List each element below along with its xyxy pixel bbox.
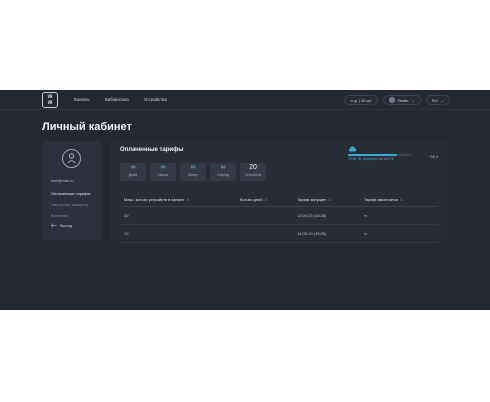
user-menu-button[interactable]: Tester ⌄: [382, 95, 421, 105]
counter-value: ∞: [220, 164, 226, 171]
counter-value: ∞: [130, 164, 136, 171]
column-header[interactable]: Кол-во дней ⇕: [240, 197, 297, 202]
chevron-down-icon: ⌄: [440, 97, 444, 103]
user-avatar-icon: [388, 97, 395, 103]
app-logo[interactable]: VR VR: [42, 92, 58, 108]
logout-button[interactable]: Выход: [51, 223, 72, 228]
logout-label: Выход: [60, 223, 72, 228]
avatar: [62, 149, 81, 168]
table-row: 10 14.05.10 (15:25) ∞: [120, 225, 438, 243]
page-title: Личный кабинет: [42, 121, 132, 133]
balance-text: ∞ д. | 20 шт: [350, 97, 372, 103]
counter-value: 20: [249, 164, 257, 171]
tariffs-table: Макс. кол-во устройств в канале ⇕ Кол-во …: [120, 193, 438, 243]
user-email: test@mail.ru: [51, 178, 74, 183]
storage-progress: [348, 154, 412, 156]
panel-language-chip[interactable]: RU ▾: [430, 155, 438, 159]
counter-label: Минут: [187, 173, 199, 177]
main-nav: Каналы Библиотека Устройства: [74, 97, 181, 102]
counter-seconds: ∞ Секунд: [210, 163, 236, 181]
table-cell: 10: [124, 231, 129, 236]
counter-value: ∞: [190, 164, 196, 171]
table-cell: 14.05.10 (15:25): [297, 231, 327, 236]
counter-label: Устройств: [244, 173, 262, 177]
language-select[interactable]: RU ⌄: [425, 95, 450, 105]
storage-total: из 100 ТБ: [378, 157, 394, 161]
sort-icon: ⇕: [399, 198, 403, 202]
chevron-down-icon: ⌄: [411, 97, 415, 103]
sidebar-item-paid-tariffs[interactable]: Оплаченные тарифы: [51, 191, 90, 202]
counter-hours: ∞ Часов: [150, 163, 176, 181]
language-value: RU: [431, 97, 438, 103]
column-header-label: Кол-во дней: [240, 197, 263, 202]
counter-label: Часов: [158, 173, 168, 177]
logo-text-bottom: VR: [47, 100, 53, 105]
column-header[interactable]: Тариф закончится ⇕: [364, 197, 438, 202]
storage-info: 75.85 ТБ загружено из 100 ТБ: [348, 157, 394, 161]
header-controls: ∞ д. | 20 шт Tester ⌄ RU ⌄: [339, 94, 450, 106]
column-header-label: Тариф запущен: [297, 197, 327, 202]
nav-item-devices[interactable]: Устройства: [144, 97, 167, 102]
column-header-label: Макс. кол-во устройств в канале: [124, 197, 185, 202]
sort-icon: ⇕: [186, 198, 190, 202]
cloud-icon: [348, 146, 357, 152]
sidebar-item-account-settings[interactable]: Настройки аккаунта: [51, 202, 90, 213]
counter-days: ∞ Дней: [120, 163, 146, 181]
column-header[interactable]: Тариф запущен ⇕: [297, 197, 364, 202]
table-cell: ∞: [364, 231, 367, 236]
table-cell: 13.04.23 (18:25): [297, 213, 327, 218]
profile-sidebar: test@mail.ru Оплаченные тарифы Настройки…: [42, 141, 102, 240]
balance-badge: ∞ д. | 20 шт: [344, 95, 378, 105]
app-window: VR VR Каналы Библиотека Устройства ∞ д. …: [0, 90, 490, 310]
user-icon: [67, 153, 76, 164]
storage-used: 75.85 ТБ загружено: [348, 157, 378, 161]
table-row: 10 13.04.23 (18:25) ∞: [120, 207, 438, 225]
table-cell: 10: [124, 213, 129, 218]
sidebar-menu: Оплаченные тарифы Настройки аккаунта Кон…: [51, 191, 90, 224]
column-header-label: Тариф закончится: [364, 197, 398, 202]
sort-icon: ⇕: [264, 198, 268, 202]
counter-devices: 20 Устройств: [240, 163, 266, 181]
top-bar: VR VR Каналы Библиотека Устройства ∞ д. …: [0, 90, 490, 110]
storage-progress-fill: [348, 154, 397, 156]
table-cell: ∞: [364, 213, 367, 218]
table-header: Макс. кол-во устройств в канале ⇕ Кол-во …: [120, 193, 438, 207]
counter-label: Дней: [128, 173, 138, 177]
logout-icon: [51, 223, 57, 228]
username: Tester: [397, 97, 409, 103]
tariffs-panel: Оплаченные тарифы ∞ Дней ∞ Часов ∞ Минут…: [110, 141, 448, 243]
nav-item-channels[interactable]: Каналы: [74, 97, 90, 102]
column-header[interactable]: Макс. кол-во устройств в канале ⇕: [120, 197, 240, 202]
counter-label: Секунд: [217, 173, 229, 177]
tariff-counters: ∞ Дней ∞ Часов ∞ Минут ∞ Секунд 20 Устро…: [120, 163, 270, 181]
sort-icon: ⇕: [328, 198, 332, 202]
counter-minutes: ∞ Минут: [180, 163, 206, 181]
counter-value: ∞: [160, 164, 166, 171]
nav-item-library[interactable]: Библиотека: [105, 97, 129, 102]
tariffs-title: Оплаченные тарифы: [120, 147, 184, 153]
